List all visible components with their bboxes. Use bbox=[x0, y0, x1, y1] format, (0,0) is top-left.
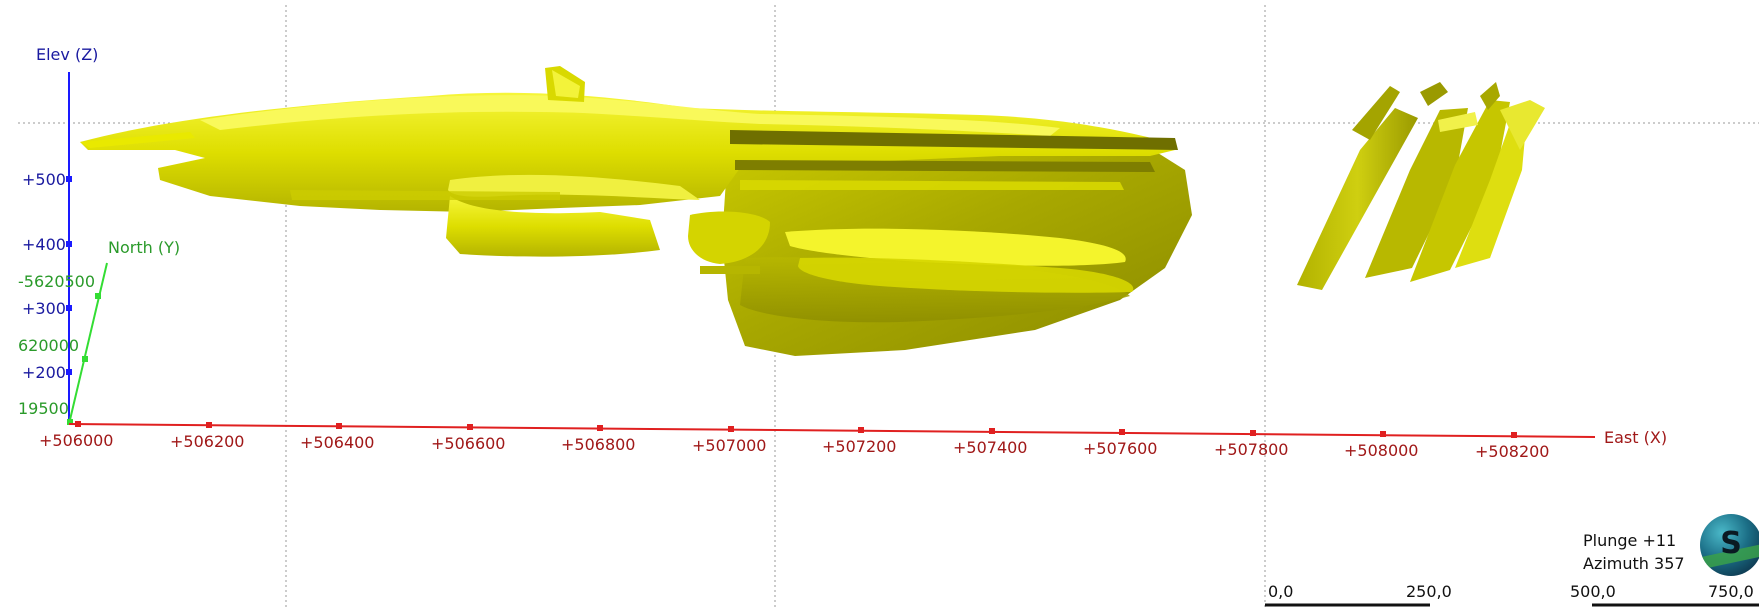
x-tick-mark bbox=[1119, 429, 1125, 435]
x-tick-label: +507000 bbox=[692, 436, 767, 455]
y-tick-mark bbox=[82, 356, 88, 362]
x-tick-label: +506800 bbox=[561, 435, 636, 454]
x-tick-mark bbox=[75, 421, 81, 427]
scale-label: 500,0 bbox=[1570, 582, 1616, 601]
orebody-main-solid bbox=[80, 66, 1192, 356]
scale-label: 750,0 bbox=[1708, 582, 1754, 601]
y-tick-label: 620000 bbox=[18, 336, 80, 355]
z-tick-mark bbox=[66, 176, 72, 182]
x-tick-mark bbox=[989, 428, 995, 434]
y-tick-label: -5620500 bbox=[18, 272, 96, 291]
x-tick-label: +507800 bbox=[1214, 440, 1289, 459]
x-tick-mark bbox=[1511, 432, 1517, 438]
x-tick-mark bbox=[1380, 431, 1386, 437]
z-tick-mark bbox=[66, 241, 72, 247]
x-tick-mark bbox=[1250, 430, 1256, 436]
y-axis-title: North (Y) bbox=[108, 238, 181, 257]
z-axis bbox=[66, 72, 72, 424]
z-tick-label: +200 bbox=[22, 363, 66, 382]
x-tick-label: +507200 bbox=[822, 437, 897, 456]
orebody-right-solid bbox=[1297, 82, 1545, 290]
logo-letter: S bbox=[1720, 526, 1742, 561]
z-tick-label: +300 bbox=[22, 299, 66, 318]
z-tick-label: +400 bbox=[22, 235, 66, 254]
y-tick-label: 19500 bbox=[18, 399, 69, 418]
x-tick-label: +506200 bbox=[170, 432, 245, 451]
x-tick-label: +507600 bbox=[1083, 439, 1158, 458]
x-tick-mark bbox=[597, 425, 603, 431]
z-axis-title: Elev (Z) bbox=[36, 45, 99, 64]
x-tick-mark bbox=[467, 424, 473, 430]
x-tick-mark bbox=[206, 422, 212, 428]
z-tick-label: +500 bbox=[22, 170, 66, 189]
x-tick-label: +507400 bbox=[953, 438, 1028, 457]
z-tick-mark bbox=[66, 369, 72, 375]
x-axis bbox=[68, 421, 1596, 438]
x-tick-label: +506000 bbox=[39, 431, 114, 450]
x-tick-label: +508000 bbox=[1344, 441, 1419, 460]
app-logo-globe-icon: S bbox=[1700, 514, 1759, 576]
x-tick-mark bbox=[728, 426, 734, 432]
azimuth-readout: Azimuth 357 bbox=[1583, 554, 1685, 573]
plunge-readout: Plunge +11 bbox=[1583, 531, 1677, 550]
x-tick-label: +506400 bbox=[300, 433, 375, 452]
scale-label: 250,0 bbox=[1406, 582, 1452, 601]
3d-viewport[interactable]: Elev (Z) +500 +400 +300 +200 North (Y) -… bbox=[0, 0, 1759, 609]
x-tick-label: +508200 bbox=[1475, 442, 1550, 461]
scale-label: 0,0 bbox=[1268, 582, 1294, 601]
x-tick-label: +506600 bbox=[431, 434, 506, 453]
x-tick-mark bbox=[858, 427, 864, 433]
y-tick-mark bbox=[95, 293, 101, 299]
x-tick-mark bbox=[336, 423, 342, 429]
x-axis-title: East (X) bbox=[1604, 428, 1668, 447]
z-tick-mark bbox=[66, 305, 72, 311]
scene-canvas[interactable] bbox=[0, 0, 1759, 609]
